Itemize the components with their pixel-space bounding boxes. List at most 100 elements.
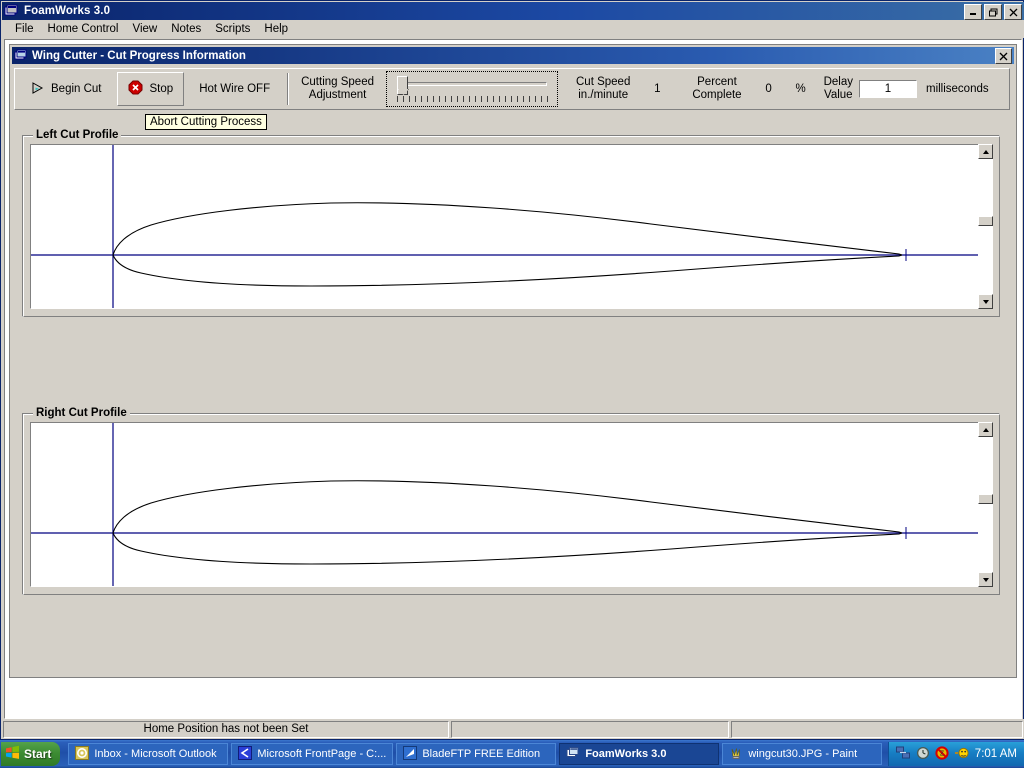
left-scroll-down-button[interactable] [978,294,993,309]
paint-icon [729,746,743,763]
cutting-speed-adjustment-label: Cutting Speed Adjustment [295,76,380,102]
child-title-bar: Wing Cutter - Cut Progress Information [12,47,1014,64]
close-button[interactable] [1004,4,1022,20]
taskbar-item-label: Microsoft FrontPage - C:... [257,748,386,760]
percent-complete-line2: Complete [692,89,741,102]
left-airfoil-plot [31,145,981,308]
menu-item-file[interactable]: File [8,22,41,36]
arrow-up-icon [983,428,989,432]
main-window: FoamWorks 3.0 File Home Control View Not… [0,0,1024,740]
taskbar-item-foamworks[interactable]: FoamWorks 3.0 [559,743,719,765]
taskbar-items: Inbox - Microsoft Outlook Microsoft Fron… [64,743,887,765]
slider-ticks [397,96,549,102]
delay-value-input[interactable]: 1 [859,80,917,98]
right-airfoil-plot [31,423,981,586]
stop-button[interactable]: Stop [117,72,185,106]
taskbar-item-label: BladeFTP FREE Edition [422,748,540,760]
left-profile-scrollbar[interactable] [978,144,993,309]
right-profile-canvas[interactable] [30,422,982,587]
cut-toolbar: Begin Cut Stop Hot Wire OFF [14,68,1010,110]
child-window-title: Wing Cutter - Cut Progress Information [32,50,246,62]
arrow-down-icon [983,300,989,304]
status-message-panel: Home Position has not been Set [3,721,449,738]
percent-complete-line1: Percent [692,76,741,89]
status-panel-2 [451,721,729,738]
start-button[interactable]: Start [1,742,60,766]
begin-cut-button[interactable]: Begin Cut [19,72,113,106]
menu-item-notes[interactable]: Notes [164,22,208,36]
restore-button[interactable] [984,4,1002,20]
app-icon [4,4,20,18]
left-cut-profile-group: Left Cut Profile [22,135,1000,317]
taskbar-item-paint[interactable]: wingcut30.JPG - Paint [722,743,882,765]
status-panel-3 [731,721,1023,738]
right-cut-profile-title: Right Cut Profile [33,407,130,419]
taskbar: Start Inbox - Microsoft Outlook [0,740,1024,768]
windows-flag-icon [5,745,20,763]
right-profile-scrollbar[interactable] [978,422,993,587]
no-entry-icon[interactable]: Z [935,746,949,763]
cutting-speed-adjustment-line1: Cutting Speed [301,76,374,89]
network-icon[interactable] [896,746,911,763]
taskbar-item-label: wingcut30.JPG - Paint [748,748,857,760]
child-close-button[interactable] [995,48,1012,64]
cut-speed-line2: in./minute [576,89,630,102]
right-scroll-down-button[interactable] [978,572,993,587]
right-scroll-trough[interactable] [978,437,993,572]
delay-unit-label: milliseconds [926,83,989,95]
screen: FoamWorks 3.0 File Home Control View Not… [0,0,1024,768]
menu-item-view[interactable]: View [125,22,164,36]
slider-thumb[interactable] [397,76,408,95]
left-scroll-up-button[interactable] [978,144,993,159]
percent-complete-label: Percent Complete [686,76,747,102]
title-bar: FoamWorks 3.0 [2,2,1024,20]
arrow-up-icon [983,150,989,154]
delay-line2: Value [824,89,853,102]
taskbar-item-bladeftp[interactable]: BladeFTP FREE Edition [396,743,556,765]
taskbar-item-label: FoamWorks 3.0 [585,748,666,760]
frontpage-icon [238,746,252,763]
cut-speed-label: Cut Speed in./minute [570,76,636,102]
right-scroll-up-button[interactable] [978,422,993,437]
slider-track [397,82,547,86]
clock-icon[interactable] [916,746,930,763]
bladeftp-icon [403,746,417,763]
delay-line1: Delay [824,76,853,89]
cutting-speed-slider[interactable] [386,71,558,107]
right-scroll-thumb[interactable] [978,494,993,504]
taskbar-item-label: Inbox - Microsoft Outlook [94,748,216,760]
wing-cutter-icon [14,49,28,62]
stop-label: Stop [150,83,174,95]
taskbar-item-frontpage[interactable]: Microsoft FrontPage - C:... [231,743,393,765]
left-cut-profile-title: Left Cut Profile [33,129,121,141]
begin-cut-label: Begin Cut [51,83,102,95]
left-profile-canvas[interactable] [30,144,982,309]
hot-wire-button[interactable]: Hot Wire OFF [188,72,281,106]
window-title: FoamWorks 3.0 [24,5,110,17]
cut-speed-line1: Cut Speed [576,76,630,89]
messenger-icon[interactable] [954,746,970,763]
system-tray: Z 7:01 AM [888,742,1024,766]
foamworks-icon [566,746,580,763]
menu-item-scripts[interactable]: Scripts [208,22,257,36]
arrow-down-icon [983,578,989,582]
menu-item-help[interactable]: Help [257,22,295,36]
status-bar: Home Position has not been Set [1,719,1024,739]
taskbar-item-outlook[interactable]: Inbox - Microsoft Outlook [68,743,228,765]
percent-complete-value: 0 [748,83,790,95]
mdi-client-area: Wing Cutter - Cut Progress Information [4,39,1022,719]
hot-wire-label: Hot Wire OFF [199,83,270,95]
tray-clock-label[interactable]: 7:01 AM [975,748,1017,760]
menu-item-home-control[interactable]: Home Control [41,22,126,36]
menu-bar: File Home Control View Notes Scripts Hel… [2,20,1024,38]
delay-value-label: Delay Value [818,76,859,102]
minimize-button[interactable] [964,4,982,20]
play-icon [30,81,44,98]
left-scroll-thumb[interactable] [978,216,993,226]
abort-cutting-tooltip: Abort Cutting Process [145,114,267,130]
right-cut-profile-group: Right Cut Profile [22,413,1000,595]
percent-unit-label: % [790,83,812,95]
toolbar-separator-1 [287,73,289,105]
stop-icon [128,80,143,98]
left-scroll-trough[interactable] [978,159,993,294]
